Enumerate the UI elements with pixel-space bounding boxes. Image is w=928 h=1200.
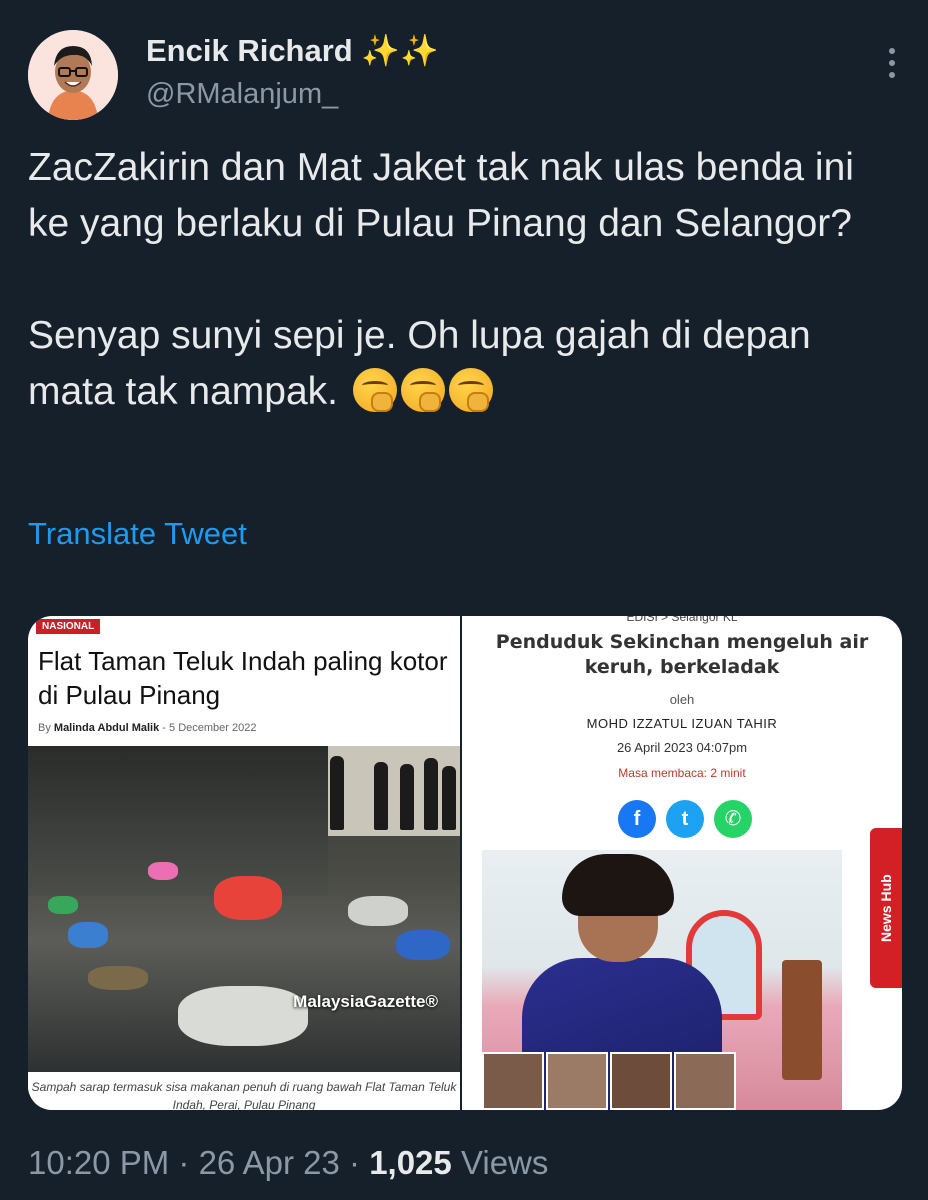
tweet-time[interactable]: 10:20 PM — [28, 1144, 169, 1181]
photo-person — [374, 762, 388, 830]
photo-person — [400, 764, 414, 830]
article-title: Penduduk Sekinchan mengeluh air keruh, b… — [495, 631, 869, 678]
tweet-meta: 10:20 PM · 26 Apr 23 · 1,025 Views — [28, 1144, 548, 1182]
photo-trash — [178, 986, 308, 1046]
byline-prefix: By — [38, 722, 51, 734]
avatar[interactable] — [28, 30, 118, 120]
twitter-icon[interactable]: t — [666, 800, 704, 838]
meta-separator: · — [339, 1144, 370, 1181]
inset-face — [674, 1052, 736, 1110]
photo-trash — [68, 922, 108, 948]
byline-author: MOHD IZZATUL IZUAN TAHIR — [586, 716, 778, 731]
photo-caption: Sampah sarap termasuk sisa makanan penuh… — [28, 1072, 460, 1110]
photo-trash — [88, 966, 148, 990]
avatar-image — [28, 30, 118, 120]
author-name-text: Encik Richard — [146, 33, 353, 68]
media-image-right[interactable]: EDISI > Selangor KL Penduduk Sekinchan m… — [462, 616, 902, 1110]
article-title: Flat Taman Teluk Indah paling kotor di P… — [38, 646, 448, 710]
photo-person — [330, 756, 344, 830]
byline-date: - 5 December 2022 — [162, 722, 257, 734]
article-byline: By Malinda Abdul Malik - 5 December 2022 — [38, 722, 256, 734]
facebook-icon[interactable]: f — [618, 800, 656, 838]
photo-trash — [396, 930, 450, 960]
media-grid: NASIONAL Flat Taman Teluk Indah paling k… — [28, 616, 902, 1110]
photo-shelf — [782, 960, 822, 1080]
tweet-header: Encik Richard ✨✨ @RMalanjum_ — [28, 30, 908, 120]
photo-trash — [48, 896, 78, 914]
photo-trash — [148, 862, 178, 880]
photo-wall — [28, 746, 328, 896]
face-with-hand-over-mouth-icon — [400, 368, 445, 412]
social-share-icons: f t ✆ — [618, 800, 758, 840]
more-options-icon[interactable] — [886, 44, 898, 84]
photo-person — [442, 766, 456, 830]
tweet-text: ZacZakirin dan Mat Jaket tak nak ulas be… — [28, 140, 888, 420]
photo-person — [424, 758, 438, 830]
photo-person-hair — [562, 854, 674, 916]
media-image-left[interactable]: NASIONAL Flat Taman Teluk Indah paling k… — [28, 616, 460, 1110]
whatsapp-icon[interactable]: ✆ — [714, 800, 752, 838]
inset-faces — [482, 1052, 752, 1110]
face-with-hand-over-mouth-icon — [448, 368, 493, 412]
photo-watermark: MalaysiaGazette® — [293, 992, 438, 1011]
category-badge: NASIONAL — [36, 619, 101, 634]
news-hub-tab[interactable]: News Hub — [870, 828, 902, 988]
translate-tweet-link[interactable]: Translate Tweet — [28, 516, 247, 552]
tweet-date[interactable]: 26 Apr 23 — [199, 1144, 340, 1181]
face-with-hand-over-mouth-icon — [352, 368, 397, 412]
views-count[interactable]: 1,025 — [369, 1144, 452, 1181]
sparkles-icon: ✨✨ — [361, 33, 439, 68]
byline-prefix: oleh — [669, 692, 695, 707]
edition-breadcrumb: EDISI > Selangor KL — [626, 616, 738, 624]
views-label: Views — [451, 1144, 549, 1181]
photo-trash — [348, 896, 408, 926]
inset-face — [482, 1052, 544, 1110]
meta-separator: · — [169, 1144, 199, 1181]
photo-trash — [214, 876, 282, 920]
author-name[interactable]: Encik Richard ✨✨ — [146, 32, 439, 69]
photo-column — [328, 746, 460, 836]
inset-face — [610, 1052, 672, 1110]
article-photo: MalaysiaGazette® — [28, 746, 460, 1072]
tweet-line-1: ZacZakirin dan Mat Jaket tak nak ulas be… — [28, 146, 865, 245]
read-time: Masa membaca: 2 minit — [618, 766, 746, 780]
article-date: 26 April 2023 04:07pm — [616, 740, 748, 755]
byline-author: Malinda Abdul Malik — [53, 722, 160, 734]
inset-face — [546, 1052, 608, 1110]
author-handle[interactable]: @RMalanjum_ — [146, 78, 338, 111]
